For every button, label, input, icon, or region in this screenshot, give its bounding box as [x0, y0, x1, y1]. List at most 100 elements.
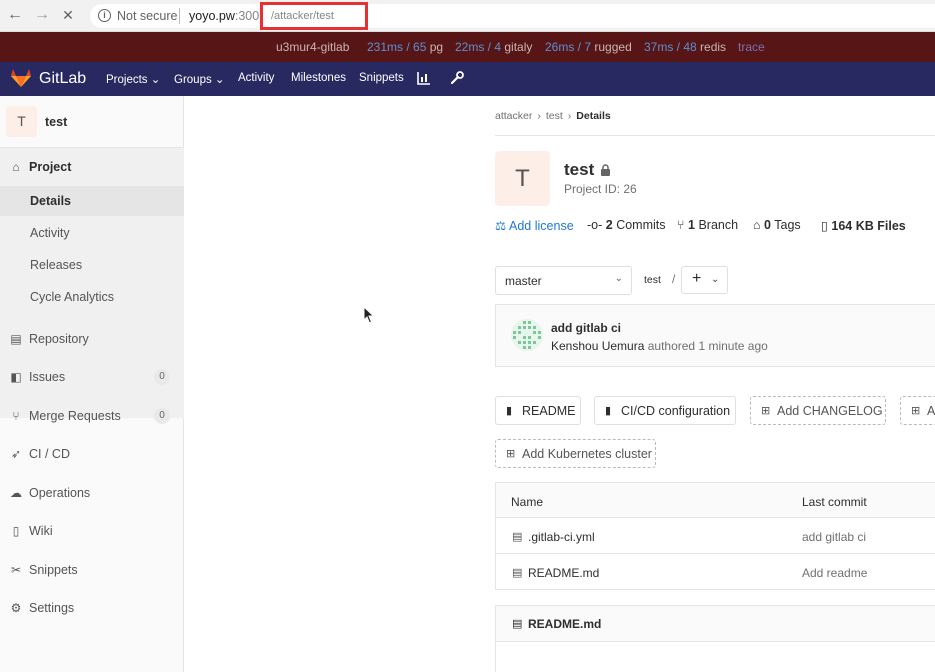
perf-host: u3mur4-gitlab: [276, 40, 350, 54]
perf-rugged[interactable]: 26ms / 7 rugged: [545, 40, 632, 54]
sidebar-item-cycle-analytics[interactable]: Cycle Analytics: [0, 282, 184, 312]
perf-pg[interactable]: 231ms / 65 pg: [367, 40, 443, 54]
sidebar-item-label: Repository: [29, 332, 89, 346]
sidebar-item-releases[interactable]: Releases: [0, 250, 184, 280]
commit-author[interactable]: Kenshou Uemura: [551, 339, 644, 353]
branch-select[interactable]: master ⌄: [495, 266, 632, 295]
scissors-icon: ✂: [10, 563, 22, 577]
top-navbar: GitLab Projects ⌄ Groups ⌄ Activity Mile…: [0, 62, 935, 96]
sidebar-project-name: test: [45, 115, 68, 129]
forward-icon[interactable]: →: [33, 6, 51, 24]
avatar[interactable]: [511, 319, 543, 351]
commit-meta: Kenshou Uemura authored 1 minute ago: [551, 339, 768, 353]
gear-icon: ⚙: [10, 601, 22, 615]
performance-bar: u3mur4-gitlab 231ms / 65 pg 22ms / 4 git…: [0, 32, 935, 62]
files-link[interactable]: ▯ 164 KB Files: [821, 218, 906, 233]
page-title: test: [564, 160, 595, 179]
add-to-tree-button[interactable]: + ⌄: [681, 266, 728, 294]
sidebar-item-merge-requests[interactable]: ⑂ Merge Requests 0: [0, 401, 184, 431]
scale-icon: ⚖: [495, 219, 507, 233]
plus-square-icon: ⊞: [911, 405, 921, 417]
issues-count-badge: 0: [154, 369, 170, 385]
sidebar-item-label: Activity: [30, 226, 70, 240]
perf-redis[interactable]: 37ms / 48 redis: [644, 40, 726, 54]
readme-panel: ▤ README.md: [495, 605, 935, 672]
wrench-icon[interactable]: [450, 71, 464, 85]
add-kubernetes-cluster-button[interactable]: ⊞ Add Kubernetes cluster: [495, 439, 656, 468]
column-last-commit-header: Last commit: [802, 495, 867, 509]
sidebar-item-project[interactable]: ⌂ Project: [0, 152, 184, 182]
commit-icon: -o-: [587, 218, 603, 232]
not-secure-label: Not secure: [117, 9, 178, 23]
add-license-link[interactable]: ⚖ Add license: [495, 218, 574, 233]
branches-link[interactable]: ⑂ 1 Branch: [677, 218, 738, 232]
add-contributing-button[interactable]: ⊞ A: [900, 396, 935, 425]
table-row[interactable]: ▤ README.md Add readme: [495, 554, 935, 590]
file-last-commit[interactable]: add gitlab ci: [802, 530, 866, 544]
perf-trace[interactable]: trace: [738, 40, 765, 54]
table-header: Name Last commit: [495, 482, 935, 518]
merge-requests-count-badge: 0: [154, 408, 170, 424]
sidebar-item-issues[interactable]: ◧ Issues 0: [0, 362, 184, 392]
rocket-icon: ➶: [10, 447, 22, 461]
table-row[interactable]: ▤ .gitlab-ci.yml add gitlab ci: [495, 518, 935, 554]
main-content: attacker › test › Details T test Project ID:…: [185, 96, 935, 672]
stop-icon[interactable]: ✕: [59, 6, 77, 24]
sidebar-item-wiki[interactable]: ▯ Wiki: [0, 516, 184, 546]
commit-title[interactable]: add gitlab ci: [551, 321, 621, 335]
path-separator: /: [672, 272, 676, 286]
sidebar-item-snippets[interactable]: ✂ Snippets: [0, 555, 184, 585]
issues-icon: ◧: [10, 370, 22, 384]
merge-request-icon: ⑂: [12, 409, 20, 423]
project-avatar: T: [6, 106, 37, 137]
chart-icon[interactable]: [417, 71, 431, 85]
file-last-commit[interactable]: Add readme: [802, 566, 867, 580]
cicd-configuration-button[interactable]: ▮ CI/CD configuration: [594, 396, 736, 425]
sidebar-item-label: CI / CD: [29, 447, 70, 461]
sidebar-item-label: Snippets: [29, 563, 78, 577]
browser-toolbar: ← → ✕ i Not secure yoyo.pw:300 /attacker…: [0, 0, 935, 32]
sidebar-project-header[interactable]: T test: [0, 96, 184, 148]
sidebar-item-details[interactable]: Details: [0, 186, 184, 216]
gitlab-logo-icon[interactable]: [10, 68, 32, 88]
breadcrumb-project[interactable]: test: [546, 110, 563, 122]
readme-button[interactable]: ▮ README: [495, 396, 581, 425]
file-name[interactable]: .gitlab-ci.yml: [528, 530, 595, 544]
back-icon[interactable]: ←: [6, 6, 24, 24]
sidebar-item-activity[interactable]: Activity: [0, 218, 184, 248]
address-bar[interactable]: i Not secure yoyo.pw:300 /attacker/test: [90, 2, 935, 30]
sidebar-item-ci-cd[interactable]: ➶ CI / CD: [0, 439, 184, 469]
perf-gitaly[interactable]: 22ms / 4 gitaly: [455, 40, 532, 54]
readme-title[interactable]: README.md: [528, 617, 601, 631]
brand-name[interactable]: GitLab: [39, 70, 86, 88]
breadcrumb-divider: [495, 135, 935, 136]
tags-link[interactable]: ⌂ 0 Tags: [753, 218, 801, 232]
plus-square-icon: ⊞: [506, 448, 516, 460]
nav-groups[interactable]: Groups ⌄: [174, 72, 225, 86]
sidebar-item-label: Project: [29, 160, 72, 174]
sidebar-item-repository[interactable]: ▤ Repository: [0, 324, 184, 354]
breadcrumb-owner[interactable]: attacker: [495, 110, 532, 122]
sidebar-item-label: Operations: [29, 486, 91, 500]
project-id: Project ID: 26: [564, 182, 637, 196]
nav-milestones[interactable]: Milestones: [291, 72, 346, 84]
sidebar-item-label: Settings: [29, 601, 75, 615]
info-icon[interactable]: i: [98, 9, 111, 22]
sidebar-item-label: Wiki: [29, 524, 53, 538]
nav-snippets[interactable]: Snippets: [359, 72, 404, 84]
file-name[interactable]: README.md: [528, 566, 599, 580]
sidebar-item-operations[interactable]: ☁ Operations: [0, 478, 184, 508]
book-icon: ▯: [12, 524, 20, 538]
sidebar-item-settings[interactable]: ⚙ Settings: [0, 593, 184, 623]
home-icon: ⌂: [12, 160, 20, 174]
breadcrumb-current[interactable]: Details: [576, 110, 610, 122]
readme-header: ▤ README.md: [496, 606, 935, 642]
add-changelog-button[interactable]: ⊞ Add CHANGELOG: [750, 396, 886, 425]
file-icon: ▯: [821, 219, 828, 233]
commits-link[interactable]: -o- 2 Commits: [587, 218, 666, 232]
cloud-icon: ☁: [10, 486, 22, 500]
repo-path[interactable]: test: [644, 274, 661, 286]
nav-activity[interactable]: Activity: [238, 72, 274, 84]
nav-projects[interactable]: Projects ⌄: [106, 72, 160, 86]
mouse-cursor-icon: [363, 306, 375, 324]
